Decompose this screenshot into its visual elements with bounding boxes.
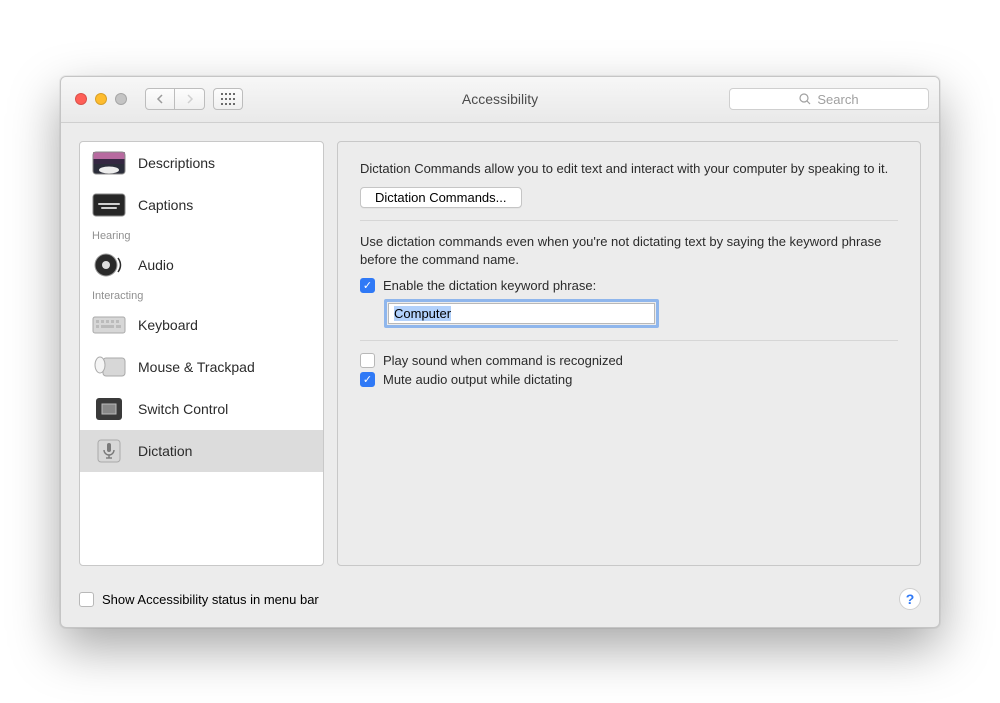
search-field[interactable]: Search [729,88,929,110]
divider [360,340,898,341]
sidebar-item-dictation[interactable]: Dictation [80,430,323,472]
show-all-button[interactable] [213,88,243,110]
nav-back-forward [145,88,205,110]
footer: Show Accessibility status in menu bar ? [61,584,939,627]
show-status-label: Show Accessibility status in menu bar [102,592,319,607]
sidebar-item-label: Descriptions [138,155,215,171]
sidebar-item-captions[interactable]: Captions [80,184,323,226]
grid-icon [221,93,235,105]
titlebar: Accessibility Search [61,77,939,123]
close-window-button[interactable] [75,93,87,105]
content-area: Descriptions Captions Hearing Audio Inte… [61,123,939,584]
sidebar-item-label: Captions [138,197,193,213]
help-button[interactable]: ? [899,588,921,610]
play-sound-checkbox[interactable] [360,353,375,368]
sidebar-group-interacting: Interacting [80,286,323,304]
chevron-left-icon [156,94,164,104]
minimize-window-button[interactable] [95,93,107,105]
chevron-right-icon [186,94,194,104]
back-button[interactable] [145,88,175,110]
preferences-window: Accessibility Search Descriptions Captio… [60,76,940,628]
intro-text: Dictation Commands allow you to edit tex… [360,160,898,178]
dictation-commands-button[interactable]: Dictation Commands... [360,187,522,208]
show-status-checkbox[interactable] [79,592,94,607]
status-bar-row: Show Accessibility status in menu bar [79,592,319,607]
search-icon [799,93,811,105]
keyword-intro-text: Use dictation commands even when you're … [360,233,898,268]
switch-control-icon [92,396,126,422]
sidebar-item-label: Keyboard [138,317,198,333]
play-sound-label: Play sound when command is recognized [383,353,623,368]
mouse-trackpad-icon [92,354,126,380]
keyword-input-focus-ring [384,299,659,328]
sidebar-item-label: Audio [138,257,174,273]
search-placeholder: Search [817,92,858,107]
sidebar-item-label: Mouse & Trackpad [138,359,255,375]
enable-keyword-label: Enable the dictation keyword phrase: [383,278,596,293]
sidebar-item-descriptions[interactable]: Descriptions [80,142,323,184]
mute-output-checkbox[interactable]: ✓ [360,372,375,387]
descriptions-icon [92,150,126,176]
forward-button[interactable] [175,88,205,110]
fullscreen-button[interactable] [115,93,127,105]
enable-keyword-checkbox[interactable]: ✓ [360,278,375,293]
sidebar-item-switch-control[interactable]: Switch Control [80,388,323,430]
sidebar-item-mouse-trackpad[interactable]: Mouse & Trackpad [80,346,323,388]
sidebar-group-hearing: Hearing [80,226,323,244]
sidebar-item-audio[interactable]: Audio [80,244,323,286]
enable-keyword-row: ✓ Enable the dictation keyword phrase: [360,278,898,293]
divider [360,220,898,221]
dictation-icon [92,438,126,464]
captions-icon [92,192,126,218]
sidebar-item-label: Switch Control [138,401,228,417]
play-sound-row: Play sound when command is recognized [360,353,898,368]
audio-icon [92,252,126,278]
sidebar-item-keyboard[interactable]: Keyboard [80,304,323,346]
mute-output-label: Mute audio output while dictating [383,372,572,387]
keyword-phrase-input[interactable] [388,303,655,324]
mute-output-row: ✓ Mute audio output while dictating [360,372,898,387]
keyboard-icon [92,312,126,338]
sidebar-item-label: Dictation [138,443,192,459]
sidebar: Descriptions Captions Hearing Audio Inte… [79,141,324,566]
traffic-lights [75,93,127,105]
detail-panel: Dictation Commands allow you to edit tex… [337,141,921,566]
